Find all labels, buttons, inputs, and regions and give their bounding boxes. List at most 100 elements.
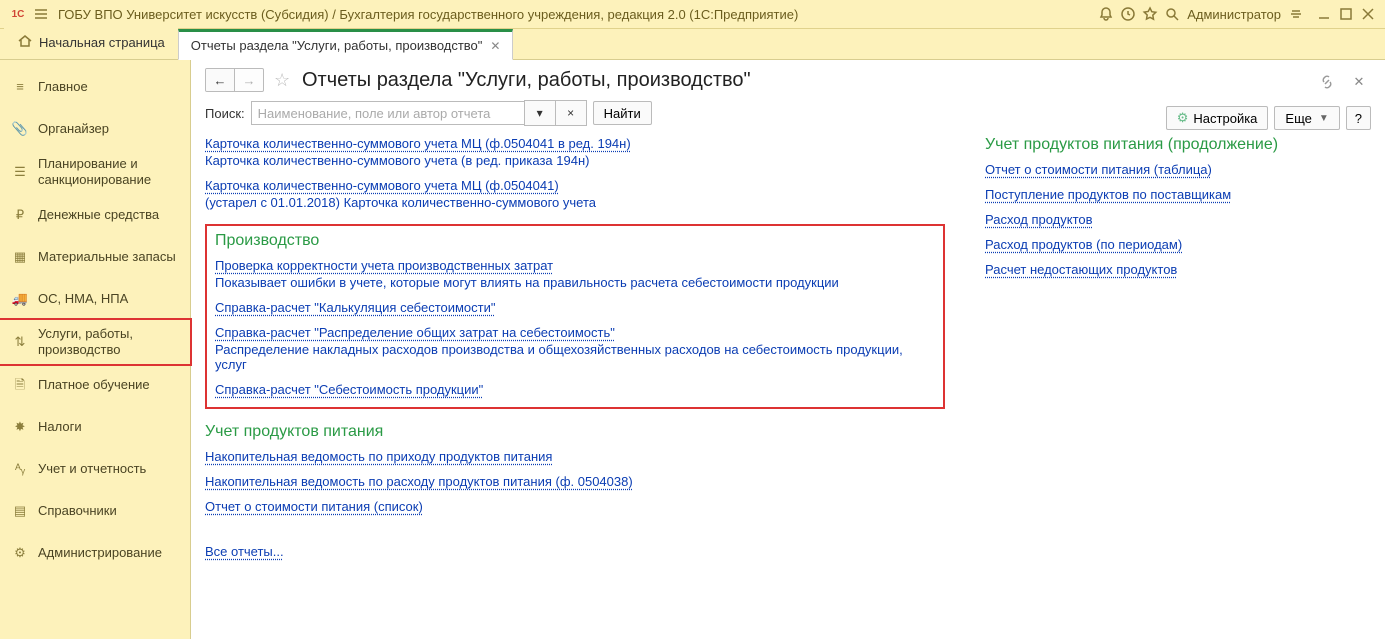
titlebar: 1C ГОБУ ВПО Университет искусств (Субсид…: [0, 0, 1385, 29]
sidebar-item-label: Учет и отчетность: [38, 461, 146, 477]
tab-home[interactable]: Начальная страница: [4, 26, 178, 59]
button-label: Найти: [604, 106, 641, 121]
report-link[interactable]: Проверка корректности учета производстве…: [215, 258, 553, 273]
truck-icon: 🚚: [10, 291, 30, 307]
food-cont-group: Учет продуктов питания (продолжение) Отч…: [985, 136, 1371, 277]
search-clear-button[interactable]: ×: [555, 100, 587, 126]
sidebar-item-organizer[interactable]: 📎Органайзер: [0, 108, 190, 150]
star-icon[interactable]: [1139, 3, 1161, 25]
report-link[interactable]: Отчет о стоимости питания (таблица): [985, 162, 1212, 177]
report-link[interactable]: Расчет недостающих продуктов: [985, 262, 1177, 277]
sidebar-item-accounting[interactable]: ᴬᵧ Учет и отчетность: [0, 448, 190, 490]
sidebar-item-label: Налоги: [38, 419, 82, 435]
search-icon[interactable]: [1161, 3, 1183, 25]
sidebar-item-directories[interactable]: ▤Справочники: [0, 490, 190, 532]
group-title: Учет продуктов питания (продолжение): [985, 136, 1371, 154]
sidebar-item-main[interactable]: ≡ Главное: [0, 66, 190, 108]
sidebar-item-label: Планирование и санкционирование: [38, 156, 180, 188]
report-link[interactable]: Расход продуктов: [985, 212, 1093, 227]
close-panel-button[interactable]: ✕: [1347, 70, 1371, 94]
link-icon[interactable]: [1315, 70, 1339, 94]
nav-forward-button[interactable]: →: [235, 69, 263, 91]
menu-icon[interactable]: [30, 3, 52, 25]
caret-icon: ▼: [1319, 113, 1329, 124]
user-label: Администратор: [1183, 7, 1285, 22]
gear-small-icon: ⚙: [1177, 110, 1189, 126]
report-desc: (устарел с 01.01.2018) Карточка количест…: [205, 195, 945, 210]
sidebar-item-label: Услуги, работы, производство: [38, 326, 180, 358]
sidebar-item-materials[interactable]: ▦ Материальные запасы: [0, 236, 190, 278]
food-group: Учет продуктов питания Накопительная вед…: [205, 423, 945, 514]
report-link[interactable]: Отчет о стоимости питания (список): [205, 499, 423, 514]
button-label: Еще: [1285, 111, 1311, 126]
top-reports: Карточка количественно-суммового учета М…: [205, 136, 945, 210]
report-item: Карточка количественно-суммового учета М…: [205, 136, 945, 168]
hamburger-small-icon[interactable]: [1285, 3, 1307, 25]
report-icon: ᴬᵧ: [10, 461, 30, 477]
report-link[interactable]: Накопительная ведомость по приходу проду…: [205, 449, 552, 464]
sidebar-item-label: Органайзер: [38, 121, 109, 137]
report-link[interactable]: Справка-расчет "Себестоимость продукции": [215, 382, 483, 397]
all-reports-link[interactable]: Все отчеты...: [205, 544, 284, 559]
history-icon[interactable]: [1117, 3, 1139, 25]
sidebar-item-label: Денежные средства: [38, 207, 159, 223]
tabbar: Начальная страница Отчеты раздела "Услуг…: [0, 29, 1385, 60]
sidebar-item-cash[interactable]: ₽ Денежные средства: [0, 194, 190, 236]
tab-label: Отчеты раздела "Услуги, работы, производ…: [191, 38, 483, 53]
search-box: ▾ ×: [251, 100, 587, 126]
settings-button[interactable]: ⚙Настройка: [1166, 106, 1269, 130]
sidebar-item-services[interactable]: ⇅ Услуги, работы, производство: [0, 320, 190, 364]
sidebar-item-label: Главное: [38, 79, 88, 95]
boxes-icon: ▦: [10, 249, 30, 265]
group-title: Производство: [215, 232, 935, 250]
more-button[interactable]: Еще ▼: [1274, 106, 1339, 130]
doc-icon: 🗎: [10, 377, 30, 393]
close-icon[interactable]: [1357, 3, 1379, 25]
tab-close-icon[interactable]: ✕: [490, 39, 500, 53]
search-label: Поиск:: [205, 106, 245, 121]
maximize-icon[interactable]: [1335, 3, 1357, 25]
tab-reports[interactable]: Отчеты раздела "Услуги, работы, производ…: [178, 29, 514, 60]
sidebar-item-label: Администрирование: [38, 545, 162, 561]
sidebar-item-label: Материальные запасы: [38, 249, 176, 265]
sidebar-item-education[interactable]: 🗎Платное обучение: [0, 364, 190, 406]
nav-back-button[interactable]: ←: [206, 69, 235, 91]
search-dropdown-button[interactable]: ▾: [524, 100, 556, 126]
favorite-icon[interactable]: ☆: [274, 70, 294, 91]
production-group-highlight: Производство Проверка корректности учета…: [205, 224, 945, 409]
search-input[interactable]: [251, 101, 525, 125]
main-area: ← → ☆ Отчеты раздела "Услуги, работы, пр…: [191, 60, 1385, 639]
eagle-icon: ✸: [10, 419, 30, 435]
coin-icon: ₽: [10, 207, 30, 223]
group-title: Учет продуктов питания: [205, 423, 945, 441]
sidebar-item-os[interactable]: 🚚 ОС, НМА, НПА: [0, 278, 190, 320]
sidebar-item-label: ОС, НМА, НПА: [38, 291, 128, 307]
app-logo: 1C: [6, 5, 30, 23]
report-link[interactable]: Накопительная ведомость по расходу проду…: [205, 474, 633, 489]
report-link[interactable]: Справка-расчет "Распределение общих затр…: [215, 325, 615, 340]
report-link[interactable]: Справка-расчет "Калькуляция себестоимост…: [215, 300, 496, 315]
book-icon: ▤: [10, 503, 30, 519]
sidebar-item-taxes[interactable]: ✸ Налоги: [0, 406, 190, 448]
page-title: Отчеты раздела "Услуги, работы, производ…: [302, 69, 751, 92]
tab-label: Начальная страница: [39, 35, 165, 50]
sidebar-item-planning[interactable]: ☰Планирование и санкционирование: [0, 150, 190, 194]
sidebar-item-admin[interactable]: ⚙ Администрирование: [0, 532, 190, 574]
window-title: ГОБУ ВПО Университет искусств (Субсидия)…: [52, 7, 1095, 22]
bell-icon[interactable]: [1095, 3, 1117, 25]
sliders-icon: ⇅: [10, 334, 30, 350]
nav-buttons: ← →: [205, 68, 264, 92]
report-link[interactable]: Расход продуктов (по периодам): [985, 237, 1182, 252]
report-desc: Карточка количественно-суммового учета (…: [205, 153, 945, 168]
content: Карточка количественно-суммового учета М…: [191, 136, 1385, 559]
report-link[interactable]: Карточка количественно-суммового учета М…: [205, 178, 559, 193]
report-desc: Распределение накладных расходов произво…: [215, 342, 935, 372]
gear-icon: ⚙: [10, 545, 30, 561]
report-link[interactable]: Поступление продуктов по поставщикам: [985, 187, 1231, 202]
list-icon: ≡: [10, 79, 30, 95]
minimize-icon[interactable]: [1313, 3, 1335, 25]
find-button[interactable]: Найти: [593, 101, 652, 125]
home-icon: [17, 33, 33, 52]
report-link[interactable]: Карточка количественно-суммового учета М…: [205, 136, 631, 151]
help-button[interactable]: ?: [1346, 106, 1371, 130]
